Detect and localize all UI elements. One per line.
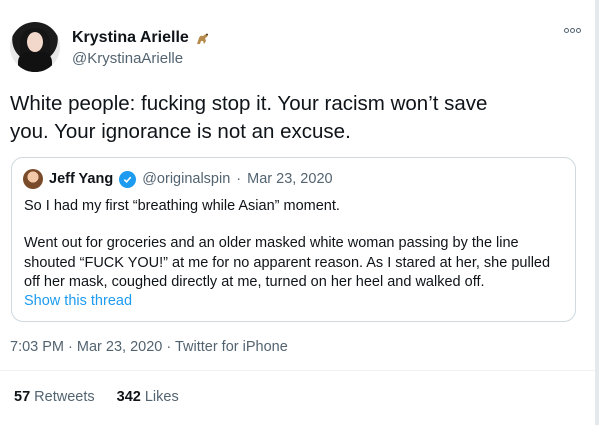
avatar-face [27,32,43,52]
quoted-author-handle: @originalspin [142,171,231,187]
quoted-text-line-2: Went out for groceries and an older mask… [24,235,519,251]
more-options-icon[interactable] [564,28,581,33]
avatar-body [18,52,52,72]
quoted-text-line-4: off her mask, coughed directly at me, tu… [24,274,485,290]
likes-label: Likes [144,389,179,405]
quoted-tweet-card[interactable]: Jeff Yang @originalspin · Mar 23, 2020 S… [11,157,576,322]
tweet-text: White people: fucking stop it. Your raci… [10,90,585,146]
tweet-text-line-1: White people: fucking stop it. Your raci… [10,92,488,115]
verified-badge-icon [119,170,137,188]
tweet-timestamp-source[interactable]: 7:03 PM · Mar 23, 2020 · Twitter for iPh… [10,339,288,355]
author-handle[interactable]: @KrystinaArielle [72,50,183,67]
quoted-text-line-3: shouted “FUCK YOU!” at me for no apparen… [24,255,551,271]
retweets-label: Retweets [34,389,95,405]
tweet-header: Krystina Arielle @KrystinaArielle [10,22,590,74]
quoted-author-avatar [23,169,43,189]
quoted-tweet-date: Mar 23, 2020 [247,171,333,187]
show-this-thread-link[interactable]: Show this thread [24,293,132,309]
engagement-stats: 57 Retweets 342 Likes [14,389,179,405]
retweets-count: 57 [14,389,31,405]
author-name-row: Krystina Arielle [72,29,211,47]
quoted-text-line-1: So I had my first “breathing while Asian… [24,198,340,214]
author-avatar[interactable] [10,22,60,72]
separator-dot: · [236,171,242,187]
dinosaur-emoji-icon [195,30,211,46]
quoted-tweet-header: Jeff Yang @originalspin · Mar 23, 2020 [23,169,333,189]
retweets-stat[interactable]: 57 Retweets [14,389,95,405]
author-name[interactable]: Krystina Arielle [72,29,189,47]
tweet-text-line-2: you. Your ignorance is not an excuse. [10,120,351,143]
right-edge-border [595,0,599,425]
quoted-author-name: Jeff Yang [49,171,114,187]
divider [0,370,595,371]
likes-stat[interactable]: 342 Likes [117,389,179,405]
likes-count: 342 [116,389,141,405]
